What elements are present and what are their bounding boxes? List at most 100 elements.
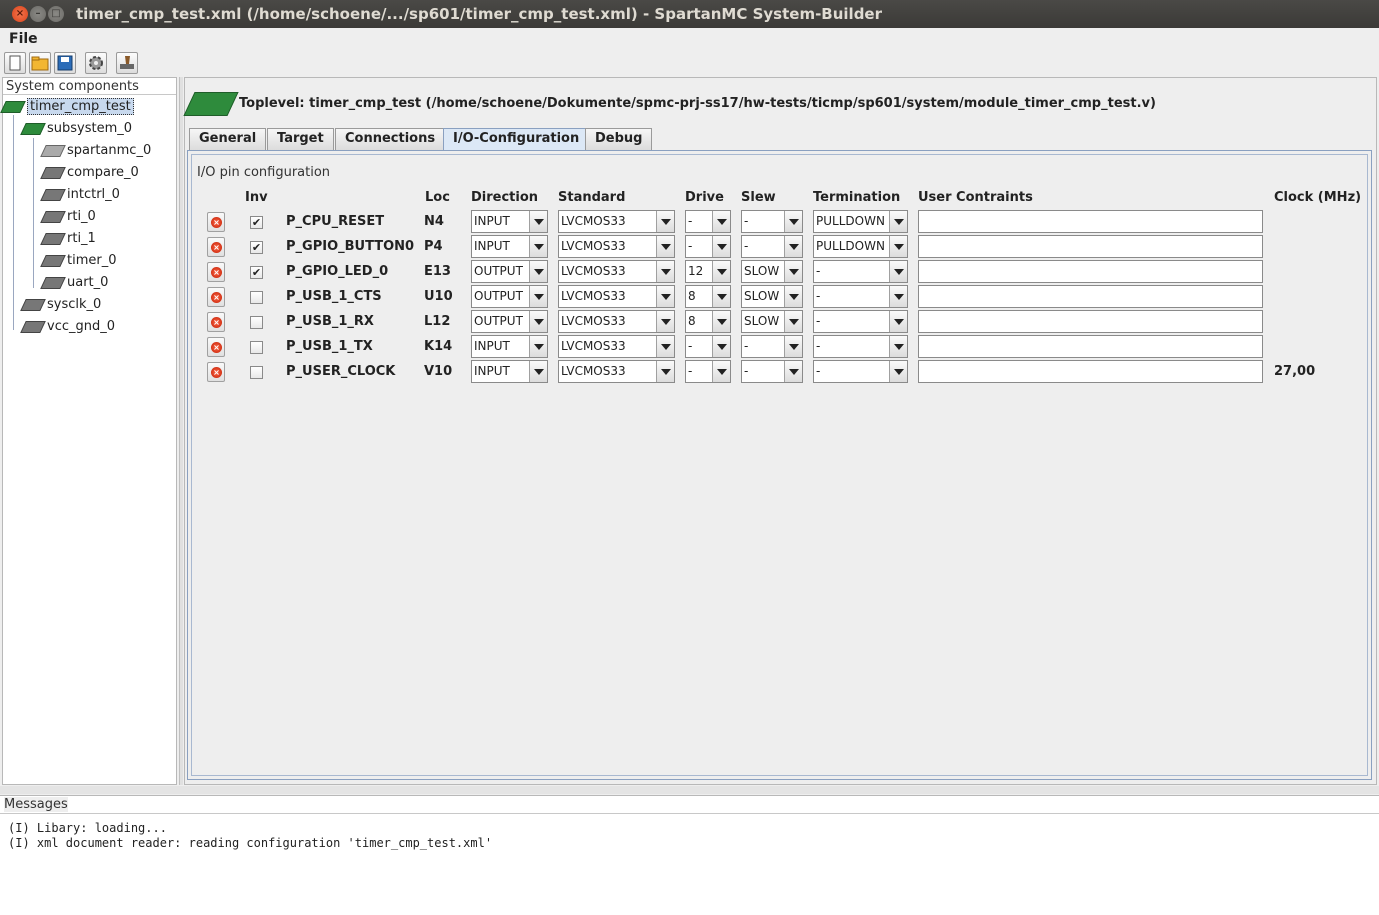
remove-pin-button[interactable]: × (207, 337, 225, 357)
chevron-down-icon[interactable] (656, 211, 674, 232)
chevron-down-icon[interactable] (656, 261, 674, 282)
termination-select[interactable]: PULLDOWN (813, 235, 908, 258)
new-file-icon[interactable] (4, 52, 26, 74)
split-pane-divider-horizontal[interactable] (0, 786, 1379, 794)
chevron-down-icon[interactable] (889, 236, 907, 257)
tree-item-vcc-gnd[interactable]: vcc_gnd_0 (20, 318, 115, 338)
user-constraints-input[interactable] (918, 335, 1263, 358)
standard-select[interactable]: LVCMOS33 (558, 235, 675, 258)
remove-pin-button[interactable]: × (207, 287, 225, 307)
standard-select[interactable]: LVCMOS33 (558, 210, 675, 233)
remove-pin-button[interactable]: × (207, 312, 225, 332)
termination-select[interactable]: PULLDOWN (813, 210, 908, 233)
inv-checkbox[interactable]: ✔ (250, 216, 263, 229)
remove-pin-button[interactable]: × (207, 362, 225, 382)
tree-item-subsystem[interactable]: subsystem_0 (20, 120, 132, 140)
chevron-down-icon[interactable] (784, 361, 802, 382)
chevron-down-icon[interactable] (529, 311, 547, 332)
termination-select[interactable]: - (813, 310, 908, 333)
minimize-window-icon[interactable]: – (30, 6, 46, 22)
chevron-down-icon[interactable] (784, 311, 802, 332)
chevron-down-icon[interactable] (712, 361, 730, 382)
chevron-down-icon[interactable] (712, 211, 730, 232)
tab-debug[interactable]: Debug (585, 128, 653, 150)
tab-connections[interactable]: Connections (335, 128, 446, 150)
user-constraints-input[interactable] (918, 260, 1263, 283)
drive-select[interactable]: - (685, 210, 731, 233)
save-icon[interactable] (54, 52, 76, 74)
tab-target[interactable]: Target (267, 128, 334, 150)
slew-select[interactable]: - (741, 335, 803, 358)
tree-item-rti-0[interactable]: rti_0 (40, 208, 96, 228)
split-pane-divider[interactable] (179, 77, 183, 785)
chevron-down-icon[interactable] (529, 261, 547, 282)
direction-select[interactable]: OUTPUT (471, 260, 548, 283)
slew-select[interactable]: - (741, 210, 803, 233)
termination-select[interactable]: - (813, 360, 908, 383)
chevron-down-icon[interactable] (712, 261, 730, 282)
chevron-down-icon[interactable] (529, 211, 547, 232)
drive-select[interactable]: 12 (685, 260, 731, 283)
slew-select[interactable]: SLOW (741, 260, 803, 283)
termination-select[interactable]: - (813, 260, 908, 283)
chevron-down-icon[interactable] (889, 311, 907, 332)
standard-select[interactable]: LVCMOS33 (558, 335, 675, 358)
chevron-down-icon[interactable] (529, 336, 547, 357)
chevron-down-icon[interactable] (529, 236, 547, 257)
standard-select[interactable]: LVCMOS33 (558, 285, 675, 308)
tree-item-rti-1[interactable]: rti_1 (40, 230, 96, 250)
slew-select[interactable]: - (741, 360, 803, 383)
direction-select[interactable]: INPUT (471, 210, 548, 233)
chevron-down-icon[interactable] (712, 236, 730, 257)
menu-file[interactable]: File (9, 31, 38, 47)
tree-item-uart[interactable]: uart_0 (40, 274, 108, 294)
direction-select[interactable]: OUTPUT (471, 285, 548, 308)
tree-item-root[interactable]: timer_cmp_test (0, 98, 134, 118)
chevron-down-icon[interactable] (889, 336, 907, 357)
chevron-down-icon[interactable] (889, 211, 907, 232)
chevron-down-icon[interactable] (656, 361, 674, 382)
direction-select[interactable]: INPUT (471, 235, 548, 258)
drive-select[interactable]: 8 (685, 285, 731, 308)
drive-select[interactable]: - (685, 335, 731, 358)
chevron-down-icon[interactable] (712, 286, 730, 307)
direction-select[interactable]: INPUT (471, 335, 548, 358)
user-constraints-input[interactable] (918, 210, 1263, 233)
tree-item-spartanmc[interactable]: spartanmc_0 (40, 142, 151, 162)
drive-select[interactable]: 8 (685, 310, 731, 333)
messages-text-area[interactable]: (I) Libary: loading... (I) xml document … (0, 814, 1379, 915)
standard-select[interactable]: LVCMOS33 (558, 360, 675, 383)
drive-select[interactable]: - (685, 360, 731, 383)
chevron-down-icon[interactable] (529, 361, 547, 382)
chevron-down-icon[interactable] (656, 311, 674, 332)
chevron-down-icon[interactable] (889, 261, 907, 282)
settings-gear-icon[interactable] (85, 52, 107, 74)
maximize-window-icon[interactable]: □ (48, 6, 64, 22)
standard-select[interactable]: LVCMOS33 (558, 260, 675, 283)
chevron-down-icon[interactable] (712, 336, 730, 357)
chevron-down-icon[interactable] (529, 286, 547, 307)
chevron-down-icon[interactable] (656, 236, 674, 257)
remove-pin-button[interactable]: × (207, 237, 225, 257)
tree-item-compare[interactable]: compare_0 (40, 164, 139, 184)
user-constraints-input[interactable] (918, 360, 1263, 383)
remove-pin-button[interactable]: × (207, 212, 225, 232)
termination-select[interactable]: - (813, 285, 908, 308)
direction-select[interactable]: INPUT (471, 360, 548, 383)
chevron-down-icon[interactable] (784, 261, 802, 282)
slew-select[interactable]: SLOW (741, 310, 803, 333)
chevron-down-icon[interactable] (784, 336, 802, 357)
user-constraints-input[interactable] (918, 285, 1263, 308)
user-constraints-input[interactable] (918, 235, 1263, 258)
inv-checkbox[interactable] (250, 291, 263, 304)
inv-checkbox[interactable]: ✔ (250, 241, 263, 254)
slew-select[interactable]: - (741, 235, 803, 258)
drive-select[interactable]: - (685, 235, 731, 258)
inv-checkbox[interactable]: ✔ (250, 266, 263, 279)
standard-select[interactable]: LVCMOS33 (558, 310, 675, 333)
tree-item-timer[interactable]: timer_0 (40, 252, 117, 272)
slew-select[interactable]: SLOW (741, 285, 803, 308)
chevron-down-icon[interactable] (784, 286, 802, 307)
termination-select[interactable]: - (813, 335, 908, 358)
chevron-down-icon[interactable] (712, 311, 730, 332)
